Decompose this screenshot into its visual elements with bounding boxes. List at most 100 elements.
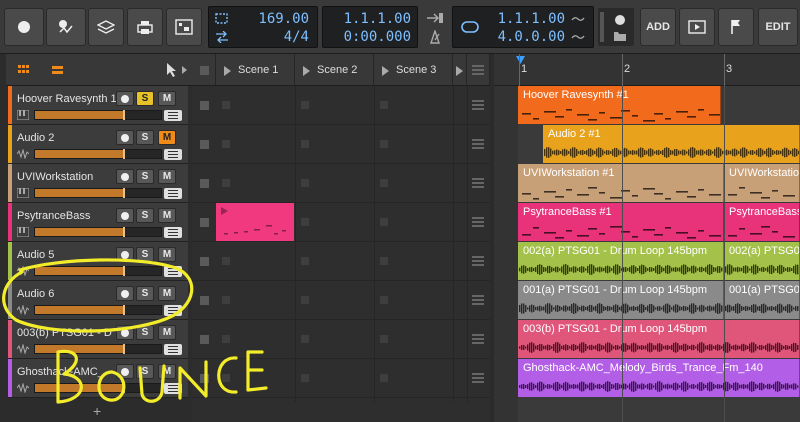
track-menu-button[interactable] [164, 305, 182, 316]
arranger-clip[interactable]: PsytranceBass #1 [518, 203, 724, 241]
solo-button[interactable]: S [136, 91, 154, 106]
track-name[interactable]: Ghosthack-AMC_ [17, 366, 104, 378]
track-menu-button[interactable] [164, 188, 182, 199]
track-menu-button[interactable] [164, 266, 182, 277]
record-arm-button[interactable] [116, 247, 134, 262]
record-arm-button[interactable] [116, 208, 134, 223]
clip-slot[interactable] [380, 101, 388, 109]
track-stop-button[interactable] [200, 101, 209, 110]
arranger-lane[interactable]: 001(a) PTSG01 - Drum Loop 145bpm 001(a) P… [518, 281, 800, 320]
add-button[interactable]: ADD [640, 8, 676, 46]
volume-handle[interactable] [123, 305, 125, 315]
arranger-lane[interactable]: UVIWorkstation #1 UVIWorkstation [518, 164, 800, 203]
record-arm-button[interactable] [116, 91, 134, 106]
track-header[interactable]: Audio 2 S M [8, 125, 188, 164]
clip-slot[interactable] [380, 296, 388, 304]
punch-in-icon[interactable] [426, 12, 444, 24]
volume-fader[interactable] [34, 383, 162, 393]
marker-button[interactable] [718, 8, 754, 46]
arranger-clip[interactable]: Audio 2 #1 [543, 125, 800, 163]
volume-handle[interactable] [123, 266, 125, 276]
scene-header-overflow[interactable] [453, 54, 467, 86]
arranger-layout-icon[interactable] [18, 65, 30, 75]
play-scene-icon[interactable] [456, 66, 463, 76]
arranger-lane[interactable]: 003(b) PTSG01 - Drum Loop 145bpm [518, 320, 800, 359]
track-header[interactable]: Audio 5 S M [8, 242, 188, 281]
arranger-lane[interactable]: 002(a) PTSG01 - Drum Loop 145bpm 002(a) P… [518, 242, 800, 281]
edit-button[interactable]: EDIT [758, 8, 798, 46]
mute-button[interactable]: M [158, 130, 176, 145]
arranger-clip[interactable]: 003(b) PTSG01 - Drum Loop 145bpm [518, 320, 800, 358]
layers-button[interactable] [88, 8, 124, 46]
arranger-lane[interactable]: PsytranceBass #1 PsytranceBass # [518, 203, 800, 242]
track-stop-button[interactable] [200, 296, 209, 305]
play-scene-icon[interactable] [303, 66, 310, 76]
track-stop-button[interactable] [200, 179, 209, 188]
clip-slot[interactable] [301, 335, 309, 343]
launcher-scrollbar-head[interactable] [467, 54, 490, 86]
mute-button[interactable]: M [158, 91, 176, 106]
scene-header-3[interactable]: Scene 3 [374, 54, 453, 86]
record-button[interactable] [4, 8, 44, 46]
arranger-clip[interactable]: UVIWorkstation #1 [518, 164, 724, 202]
clip-slot[interactable] [380, 179, 388, 187]
track-name[interactable]: UVIWorkstation [17, 171, 93, 183]
clip-slot[interactable] [380, 218, 388, 226]
track-stop-button[interactable] [200, 140, 209, 149]
mute-button[interactable]: M [158, 247, 176, 262]
arranger-clip[interactable]: Ghosthack-AMC_Melody_Birds_Trance_Fm_140 [518, 359, 800, 397]
track-header[interactable]: Ghosthack-AMC_ S M [8, 359, 188, 398]
arranger-clip[interactable]: 001(a) PTSG01 - Drum Loop 145bpm [518, 281, 724, 319]
volume-fader[interactable] [34, 305, 162, 315]
track-stop-button[interactable] [200, 218, 209, 227]
arranger-clip[interactable]: Hoover Ravesynth #1 [518, 86, 721, 124]
grid-view-button[interactable] [166, 8, 202, 46]
clip-view-button[interactable] [679, 8, 715, 46]
volume-handle[interactable] [123, 188, 125, 198]
loop-display[interactable]: 1.1.1.00 4.0.0.00 [452, 6, 594, 48]
clip-slot[interactable] [222, 296, 230, 304]
clip-slot[interactable] [222, 140, 230, 148]
launcher-stop-all[interactable] [192, 54, 216, 86]
clip-slot[interactable] [380, 335, 388, 343]
track-name[interactable]: Hoover Ravesynth 1 [17, 93, 117, 105]
clip-slot[interactable] [222, 179, 230, 187]
track-stop-button[interactable] [200, 374, 209, 383]
volume-fader[interactable] [34, 188, 162, 198]
track-menu-button[interactable] [164, 344, 182, 355]
record-arm-button[interactable] [116, 130, 134, 145]
arranger-clip[interactable]: PsytranceBass # [724, 203, 800, 241]
record-arm-button[interactable] [116, 169, 134, 184]
volume-handle[interactable] [123, 110, 125, 120]
solo-button[interactable]: S [136, 364, 154, 379]
volume-handle[interactable] [123, 344, 125, 354]
position-display[interactable]: 1.1.1.00 0:00.000 [322, 6, 418, 48]
add-track-icon[interactable]: + [93, 403, 101, 419]
pointer-tool-icon[interactable] [166, 62, 178, 78]
arranger-clip[interactable]: 002(a) PTSG01 - Drum Loop 145bpm [518, 242, 724, 280]
record-arm-button[interactable] [116, 286, 134, 301]
track-menu-button[interactable] [164, 383, 182, 394]
arranger-lane[interactable]: Ghosthack-AMC_Melody_Birds_Trance_Fm_140 [518, 359, 800, 398]
solo-button[interactable]: S [136, 286, 154, 301]
metronome-icon[interactable] [428, 30, 442, 44]
arranger-lane[interactable]: Hoover Ravesynth #1 [518, 86, 800, 125]
clip-slot[interactable] [380, 257, 388, 265]
solo-button[interactable]: S [136, 130, 154, 145]
clip-slot[interactable] [222, 335, 230, 343]
track-header[interactable]: Hoover Ravesynth 1 S M [8, 86, 188, 125]
solo-button[interactable]: S [136, 169, 154, 184]
volume-fader[interactable] [34, 149, 162, 159]
clip-slot[interactable] [222, 101, 230, 109]
track-name[interactable]: Audio 2 [17, 132, 54, 144]
volume-fader[interactable] [34, 227, 162, 237]
clip-slot[interactable] [380, 374, 388, 382]
record-arm-button[interactable] [116, 325, 134, 340]
launcher-clip[interactable] [216, 203, 294, 241]
automation-write-button[interactable] [46, 8, 86, 46]
chevron-right-icon[interactable] [182, 66, 188, 74]
volume-handle[interactable] [123, 383, 125, 393]
solo-button[interactable]: S [136, 208, 154, 223]
solo-button[interactable]: S [136, 325, 154, 340]
track-menu-button[interactable] [164, 149, 182, 160]
